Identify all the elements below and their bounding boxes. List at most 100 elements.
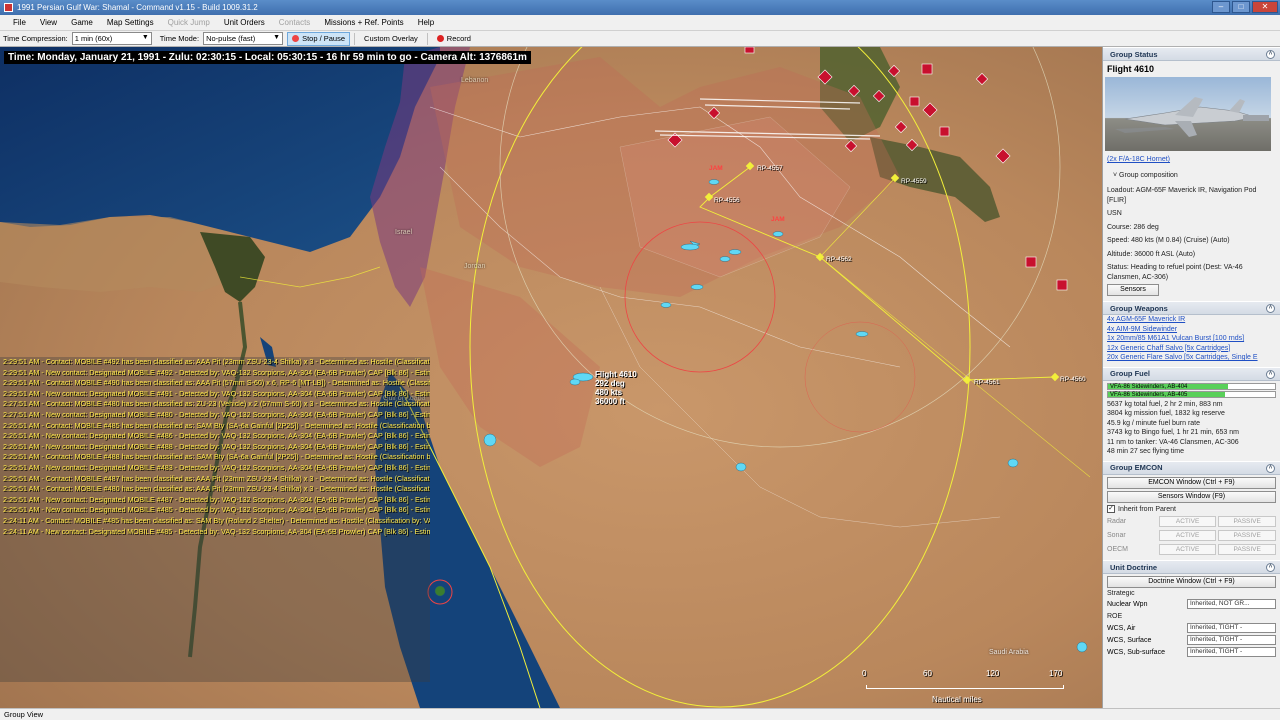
flight-name: Flight 4610 — [595, 370, 637, 379]
stop-icon — [292, 35, 300, 42]
sensors-button[interactable]: Sensors — [1107, 284, 1159, 296]
emcon-row-oecm: OECM ACTIVE PASSIVE — [1103, 542, 1280, 556]
log-entry: 2:27:51 AM - Contact: MOBILE #480 has be… — [3, 399, 430, 409]
collapse-icon[interactable]: ˄ — [1266, 563, 1275, 572]
group-fuel-header[interactable]: Group Fuel ˄ — [1103, 366, 1280, 381]
wcs-subsurface-select[interactable]: Inherited, TIGHT - — [1187, 647, 1276, 657]
ref-point-label[interactable]: RP-4560 — [1060, 376, 1086, 383]
weapon-item[interactable]: 4x AGM-65F Maverick IR — [1103, 315, 1280, 325]
fuel-line: 48 min 27 sec flying time — [1107, 448, 1185, 455]
wcs-surface-select[interactable]: Inherited, TIGHT - — [1187, 635, 1276, 645]
menu-view[interactable]: View — [33, 15, 64, 31]
group-weapons-header[interactable]: Group Weapons ˄ — [1103, 301, 1280, 315]
emcon-row-radar: Radar ACTIVE PASSIVE — [1103, 514, 1280, 528]
stop-pause-button[interactable]: Stop / Pause — [287, 31, 351, 46]
weapon-item[interactable]: 1x 20mm/85 M61A1 Vulcan Burst [100 rnds] — [1103, 334, 1280, 344]
emcon-passive-option[interactable]: PASSIVE — [1218, 543, 1276, 555]
fuel-bar: VFA-86 Sidewinders, AB-405 — [1107, 390, 1276, 398]
ref-point-label[interactable]: RP-4557 — [757, 165, 783, 172]
message-log[interactable]: 2:29:51 AM - Contact: MOBILE #492 has be… — [0, 357, 430, 682]
flight-heading: 292 deg — [595, 379, 625, 388]
toolbar: Time Compression: 1 min (60x) ▼ Time Mod… — [0, 31, 1280, 47]
unit-doctrine-title: Unit Doctrine — [1110, 562, 1158, 572]
group-link[interactable]: (2x F/A-18C Hornet) — [1107, 156, 1170, 163]
group-composition-toggle[interactable]: ˅ Group composition — [1103, 171, 1280, 181]
emcon-active-option[interactable]: ACTIVE — [1158, 515, 1217, 527]
wcs-air-select[interactable]: Inherited, TIGHT - — [1187, 623, 1276, 633]
collapse-icon[interactable]: ˄ — [1266, 304, 1275, 313]
inherit-checkbox-row[interactable]: ✓ Inherit from Parent — [1103, 505, 1280, 515]
emcon-active-option[interactable]: ACTIVE — [1158, 543, 1217, 555]
log-entry: 2:24:11 AM - New contact: Designated MOB… — [3, 526, 430, 536]
menu-missions[interactable]: Missions + Ref. Points — [317, 15, 410, 31]
minimize-button[interactable]: – — [1212, 1, 1230, 13]
menu-game[interactable]: Game — [64, 15, 100, 31]
doctrine-label: Nuclear Wpn — [1107, 600, 1148, 608]
window-controls: – □ ✕ — [1212, 1, 1278, 13]
ref-point-label[interactable]: RP-4562 — [826, 256, 852, 263]
menu-file[interactable]: File — [6, 15, 33, 31]
group-status-header[interactable]: Group Status ˄ — [1103, 47, 1280, 61]
group-status-title: Group Status — [1110, 49, 1158, 59]
time-compression-select[interactable]: 1 min (60x) ▼ — [71, 32, 152, 45]
emcon-row-sonar: Sonar ACTIVE PASSIVE — [1103, 528, 1280, 542]
emcon-passive-option[interactable]: PASSIVE — [1218, 529, 1276, 541]
menu-quick-jump[interactable]: Quick Jump — [161, 15, 217, 31]
ref-point-label[interactable]: RP-4556 — [714, 197, 740, 204]
chevron-down-icon: ▼ — [141, 34, 149, 41]
fuel-line: 45.9 kg / minute fuel burn rate — [1107, 419, 1200, 427]
unit-doctrine-header[interactable]: Unit Doctrine ˄ — [1103, 560, 1280, 574]
menu-contacts[interactable]: Contacts — [272, 15, 318, 31]
emcon-label: Sonar — [1107, 531, 1126, 539]
jamming-indicator: JAM — [771, 216, 785, 223]
maximize-button[interactable]: □ — [1232, 1, 1250, 13]
log-entry: 2:29:51 AM - Contact: MOBILE #490 has be… — [3, 378, 430, 388]
weapon-item[interactable]: 20x Generic Flare Salvo [5x Cartridges, … — [1103, 353, 1280, 363]
menu-map-settings[interactable]: Map Settings — [100, 15, 161, 31]
emcon-active-option[interactable]: ACTIVE — [1158, 529, 1217, 541]
status-text-cont: Clansmen, AC-306) — [1107, 273, 1169, 281]
time-mode-value: No-pulse (fast) — [206, 34, 256, 43]
nuclear-weapons-select[interactable]: Inherited, NOT GR... — [1187, 599, 1276, 609]
emcon-window-button[interactable]: EMCON Window (Ctrl + F9) — [1107, 476, 1276, 489]
toolbar-separator — [354, 32, 356, 45]
time-mode-select[interactable]: No-pulse (fast) ▼ — [203, 32, 284, 45]
collapse-icon[interactable]: ˄ — [1266, 50, 1275, 59]
close-button[interactable]: ✕ — [1252, 1, 1278, 13]
log-entry: 2:25:51 AM - New contact: Designated MOB… — [3, 462, 430, 472]
menu-unit-orders[interactable]: Unit Orders — [217, 15, 272, 31]
flight-altitude: 36000 ft — [595, 397, 625, 406]
stop-pause-label: Stop / Pause — [302, 34, 346, 43]
window-title: 1991 Persian Gulf War: Shamal - Command … — [17, 3, 258, 12]
emcon-passive-option[interactable]: PASSIVE — [1218, 515, 1276, 527]
custom-overlay-button[interactable]: Custom Overlay — [359, 32, 423, 46]
doctrine-window-button[interactable]: Doctrine Window (Ctrl + F9) — [1107, 576, 1276, 588]
time-mode-label: Time Mode: — [159, 34, 200, 43]
fuel-bar-label: VFA-86 Sidewinders, AB-404 — [1110, 383, 1188, 390]
app-icon — [4, 3, 13, 12]
group-weapons-title: Group Weapons — [1110, 303, 1168, 313]
collapse-icon[interactable]: ˄ — [1266, 369, 1275, 379]
inherit-checkbox[interactable]: ✓ — [1107, 505, 1115, 514]
group-emcon-header[interactable]: Group EMCON ˄ — [1103, 460, 1280, 475]
country-label: Lebanon — [461, 77, 489, 84]
ref-point-label[interactable]: RP-4561 — [974, 379, 1000, 386]
doctrine-row-nuclear: Nuclear Wpn Inherited, NOT GR... — [1103, 598, 1280, 610]
log-entry: 2:26:51 AM - New contact: Designated MOB… — [3, 441, 430, 451]
sensors-window-button[interactable]: Sensors Window (F9) — [1107, 490, 1276, 503]
unit-name: Flight 4610 — [1107, 64, 1155, 74]
menu-help[interactable]: Help — [411, 15, 441, 31]
selected-flight-label[interactable]: Flight 4610 292 deg 480 kts 36000 ft — [595, 370, 637, 406]
log-entry: 2:26:51 AM - Contact: MOBILE #485 has be… — [3, 420, 430, 430]
collapse-icon[interactable]: ˄ — [1266, 463, 1275, 473]
weapon-item[interactable]: 4x AIM-9M Sidewinder — [1103, 325, 1280, 335]
jamming-indicator: JAM — [709, 165, 723, 172]
record-button[interactable]: Record — [432, 32, 476, 46]
doctrine-label: WCS, Sub-surface — [1107, 648, 1165, 656]
ref-point-label[interactable]: RP-4559 — [901, 178, 927, 185]
doctrine-label: WCS, Surface — [1107, 636, 1152, 644]
map-view[interactable]: Time: Monday, January 21, 1991 - Zulu: 0… — [0, 47, 1102, 708]
group-emcon-title: Group EMCON — [1110, 463, 1163, 472]
weapon-item[interactable]: 12x Generic Chaff Salvo [5x Cartridges] — [1103, 344, 1280, 354]
custom-overlay-label: Custom Overlay — [364, 34, 418, 43]
